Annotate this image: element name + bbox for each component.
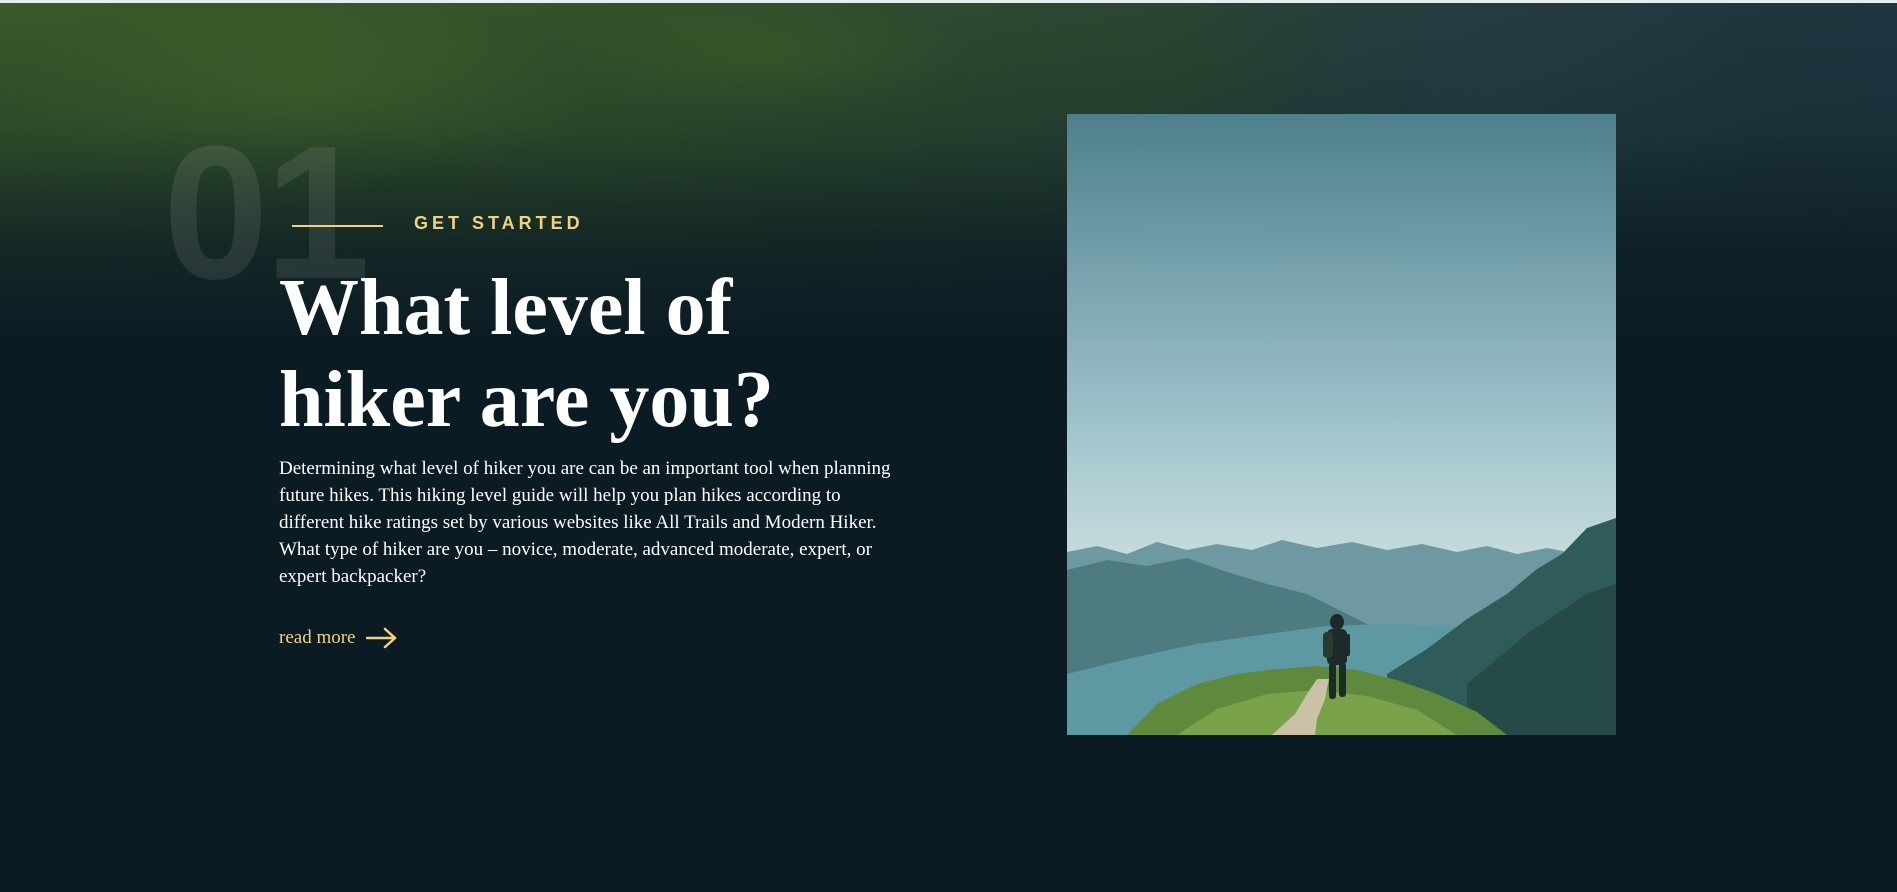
eyebrow-divider-line (292, 225, 383, 227)
hiker-feature-image (1067, 114, 1616, 735)
read-more-link[interactable]: read more (279, 622, 398, 654)
eyebrow-label: GET STARTED (414, 213, 584, 233)
hiker-photo-illustration (1067, 518, 1616, 735)
section-heading: What level of hiker are you? (279, 264, 774, 444)
read-more-label: read more (279, 627, 356, 648)
arrow-right-icon (366, 626, 398, 650)
section-description: Determining what level of hiker you are … (279, 458, 891, 587)
